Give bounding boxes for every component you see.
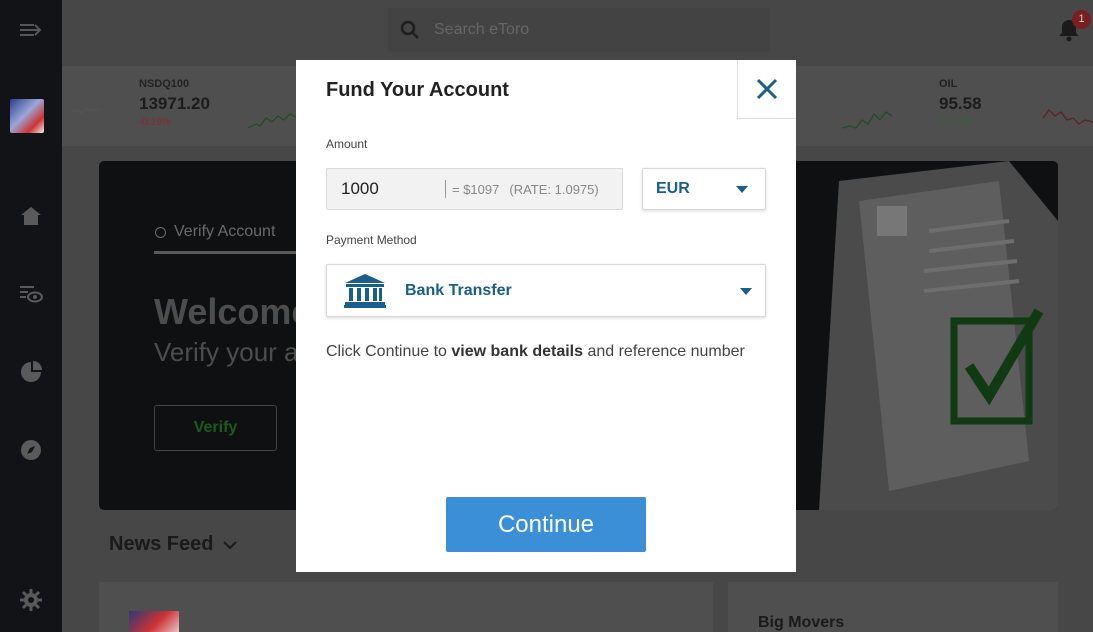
currency-select[interactable]: EUR <box>642 168 766 210</box>
home-icon[interactable] <box>0 196 62 236</box>
settings-icon[interactable] <box>0 580 62 620</box>
watchlist-icon[interactable] <box>0 274 62 314</box>
sidebar <box>0 0 62 632</box>
portfolio-icon[interactable] <box>0 352 62 392</box>
news-feed-label: News Feed <box>109 533 214 555</box>
fund-account-modal: Fund Your Account Amount = $1097 (RATE: … <box>296 60 796 572</box>
modal-title: Fund Your Account <box>326 79 509 101</box>
exchange-rate: (RATE: 1.0975) <box>509 181 599 197</box>
caret-down-icon <box>740 288 752 295</box>
welcome-heading: Welcome <box>154 291 312 332</box>
radio-icon <box>155 226 166 238</box>
chevron-down-icon <box>223 540 238 549</box>
close-button[interactable] <box>737 60 796 119</box>
sparkline <box>1043 109 1093 125</box>
sparkline <box>248 113 298 129</box>
bank-icon <box>344 274 386 308</box>
avatar[interactable] <box>10 99 44 133</box>
tab-verify-account[interactable]: Verify Account <box>155 223 275 241</box>
news-avatar <box>129 611 179 632</box>
big-movers-title: Big Movers <box>758 614 845 631</box>
tab-underline <box>154 251 304 254</box>
ticker-nsdq100[interactable]: NSDQ100 13971.20 -0.19% <box>139 78 210 128</box>
close-icon <box>756 78 778 100</box>
ticker-price: 95.58 <box>939 94 982 113</box>
ticker-change: -0.19% <box>139 117 171 128</box>
usd-conversion: = $1097 <box>452 181 500 197</box>
payment-method-label: Payment Method <box>326 233 417 247</box>
top-bar: 1 <box>62 0 1093 64</box>
amount-input[interactable] <box>327 179 445 199</box>
collapse-menu-icon[interactable] <box>0 10 62 50</box>
discover-icon[interactable] <box>0 430 62 470</box>
ticker-price: 13971.20 <box>139 94 210 113</box>
sparkline <box>72 107 100 114</box>
currency-value: EUR <box>656 180 690 197</box>
info-suffix: and reference number <box>583 343 745 360</box>
welcome-subheading: Verify your a <box>154 337 299 367</box>
amount-field[interactable]: = $1097 (RATE: 1.0975) <box>326 168 623 210</box>
news-card <box>99 582 713 632</box>
caret-down-icon <box>736 186 748 193</box>
info-prefix: Click Continue to <box>326 343 452 360</box>
ticker-oil[interactable]: OIL 95.58 +1.70% <box>939 78 982 128</box>
big-movers-card: Big Movers <box>728 582 1058 632</box>
search-icon <box>400 20 419 39</box>
divider <box>445 180 446 198</box>
news-feed-title[interactable]: News Feed <box>109 533 239 556</box>
payment-method-select[interactable]: Bank Transfer <box>326 264 766 317</box>
info-bold: view bank details <box>451 343 583 360</box>
payment-method-value: Bank Transfer <box>405 282 512 299</box>
ticker-name: OIL <box>939 78 958 90</box>
payment-info-text: Click Continue to view bank details and … <box>326 340 746 364</box>
amount-label: Amount <box>326 137 368 151</box>
continue-button[interactable]: Continue <box>446 497 646 552</box>
ticker-name: NSDQ100 <box>139 78 190 90</box>
search-bar[interactable] <box>388 8 770 52</box>
notification-badge: 1 <box>1072 10 1091 29</box>
ticker-change: +1.70% <box>939 117 974 128</box>
search-input[interactable] <box>434 21 734 39</box>
tab-label: Verify Account <box>174 223 276 240</box>
verify-button[interactable]: Verify <box>154 405 277 451</box>
sparkline <box>842 111 892 129</box>
document-check-illustration <box>819 161 1058 510</box>
